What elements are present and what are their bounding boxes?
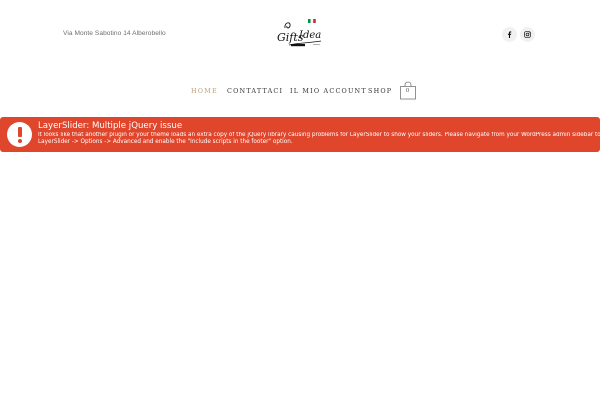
cart-button[interactable]: 0 xyxy=(399,81,417,100)
nav-item-home[interactable]: HOME xyxy=(191,87,218,95)
store-address: Via Monte Sabotino 14 Alberobello xyxy=(63,30,166,37)
instagram-icon xyxy=(524,31,531,38)
notice-title: LayerSlider: Multiple jQuery issue xyxy=(38,121,183,131)
cart-count: 0 xyxy=(405,88,410,94)
logo-graphic: Gifts Idea xyxy=(277,19,321,47)
nav-item-my-account[interactable]: IL MIO ACCOUNT xyxy=(290,87,367,95)
main-nav: HOME CONTATTACI IL MIO ACCOUNT SHOP xyxy=(0,87,600,97)
nav-item-contattaci[interactable]: CONTATTACI xyxy=(227,87,283,95)
notice-message: It looks like that another plugin or you… xyxy=(38,132,600,147)
facebook-link[interactable] xyxy=(502,27,517,42)
svg-text:Idea: Idea xyxy=(298,30,321,41)
notice-message-line-2: LayerSlider -> Options -> Advanced and e… xyxy=(38,139,293,146)
instagram-link[interactable] xyxy=(520,27,535,42)
notice-message-line-1: It looks like that another plugin or you… xyxy=(38,131,600,138)
nav-item-shop[interactable]: SHOP xyxy=(368,87,392,95)
page: Via Monte Sabotino 14 Alberobello Gifts … xyxy=(0,0,600,400)
site-logo[interactable]: Gifts Idea xyxy=(275,18,327,52)
exclamation-icon xyxy=(7,122,32,147)
facebook-icon xyxy=(507,31,512,38)
